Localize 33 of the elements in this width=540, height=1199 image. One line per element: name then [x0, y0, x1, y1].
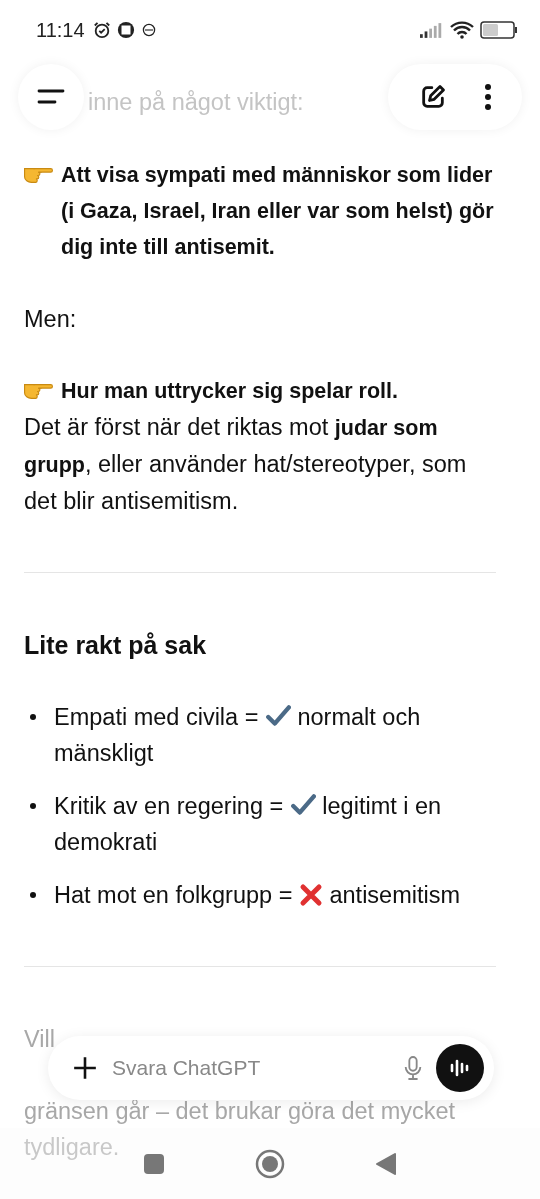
app-badge-icon	[116, 21, 135, 39]
paragraph-text: Men:	[24, 305, 78, 334]
alarm-icon	[92, 21, 111, 39]
more-icon	[483, 83, 492, 111]
check-icon	[264, 703, 291, 729]
section-heading: Lite rakt på sak	[24, 630, 208, 661]
bullet-dot	[30, 803, 36, 809]
plus-icon	[72, 1055, 98, 1081]
voice-mode-button[interactable]	[436, 1044, 484, 1092]
faded-text: gränsen går – det brukar göra det mycket	[24, 1097, 456, 1126]
bullet-text: Hat mot en folkgrupp = antisemitism	[54, 881, 462, 910]
pointing-hand-icon	[24, 168, 53, 183]
bold-text: Hur man uttrycker sig spelar roll.	[61, 378, 398, 405]
clock-time: 11:14	[36, 18, 85, 42]
check-icon	[289, 792, 316, 818]
battery-icon	[480, 21, 518, 39]
back-icon	[375, 1151, 397, 1176]
home-icon	[255, 1148, 285, 1179]
bold-text: Att visa sympati med människor som lider (i Gaza, Israel, Iran eller var som helst) gör dig inte till antisemit.	[61, 162, 495, 261]
bullet-dot	[30, 714, 36, 720]
bullet-text: Kritik av en regering = legitimt i en demokrati	[54, 791, 443, 857]
paragraph-text: Det är först när det riktas mot judar som grupp, eller använder hat/stereotyper, som det blir antisemitism.	[24, 413, 468, 516]
faded-text: Vill	[24, 1025, 55, 1054]
bullet-text: Empati med civila = normalt och mänskligt	[54, 702, 422, 768]
faded-text: inne på något viktigt:	[88, 88, 304, 117]
microphone-icon	[402, 1054, 424, 1082]
square-icon	[143, 1152, 165, 1175]
message-input[interactable]: Svara ChatGPT	[110, 1055, 390, 1081]
pointing-hand-icon	[24, 384, 53, 399]
bullet-dot	[30, 892, 36, 898]
cross-icon	[298, 883, 323, 907]
wifi-icon	[450, 21, 474, 39]
signal-icon	[420, 22, 444, 38]
